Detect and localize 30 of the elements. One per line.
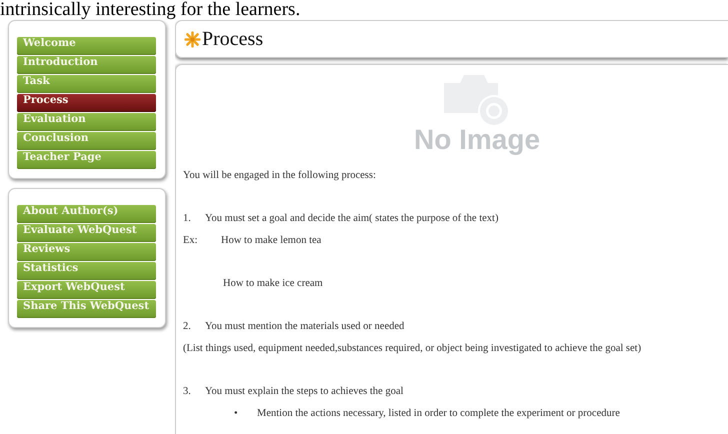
menu-item[interactable]: Teacher Page [17, 151, 156, 169]
menu-item[interactable]: About Author(s) [17, 205, 156, 223]
placeholder-label: No Image [414, 125, 540, 155]
paragraph-text: You will be engaged in the following process: [183, 169, 376, 182]
menu-item[interactable]: Share This WebQuest [17, 300, 156, 318]
example-text: How to make ice cream [223, 277, 323, 290]
list-number: 3. [183, 385, 192, 398]
menu-item[interactable]: Statistics [17, 262, 156, 280]
bullet-icon: • [234, 407, 257, 420]
menu-item[interactable]: Welcome [17, 37, 156, 55]
list-number: 1. [183, 212, 192, 225]
menu-item[interactable]: Conclusion [17, 132, 156, 150]
paragraph-text: (List things used, equipment needed,substances required, or object being investigated to achieve the goal set) [183, 342, 642, 355]
list-text: You must set a goal and decide the aim( states the purpose of the text) [205, 212, 498, 225]
list-number: 2. [183, 320, 192, 333]
menu-item[interactable]: Evaluate WebQuest [17, 224, 156, 242]
menu-item[interactable]: Process [17, 94, 156, 112]
example-text: How to make lemon tea [221, 234, 322, 247]
list-text: Mention the actions necessary, listed in order to complete the experiment or procedure [257, 407, 620, 420]
menu-item[interactable]: Task [17, 75, 156, 93]
page-title: Process [202, 28, 264, 50]
page-text: intrinsically interesting for the learners. [0, 0, 300, 19]
flower-icon [184, 30, 201, 48]
list-text: You must explain the steps to achieves the goal [205, 385, 404, 398]
example-label: Ex: [183, 234, 199, 247]
list-text: You must mention the materials used or needed [205, 320, 404, 333]
menu-item[interactable]: Introduction [17, 56, 156, 74]
menu-item[interactable]: Evaluation [17, 113, 156, 131]
menu-item[interactable]: Export WebQuest [17, 281, 156, 299]
menu-item[interactable]: Reviews [17, 243, 156, 261]
